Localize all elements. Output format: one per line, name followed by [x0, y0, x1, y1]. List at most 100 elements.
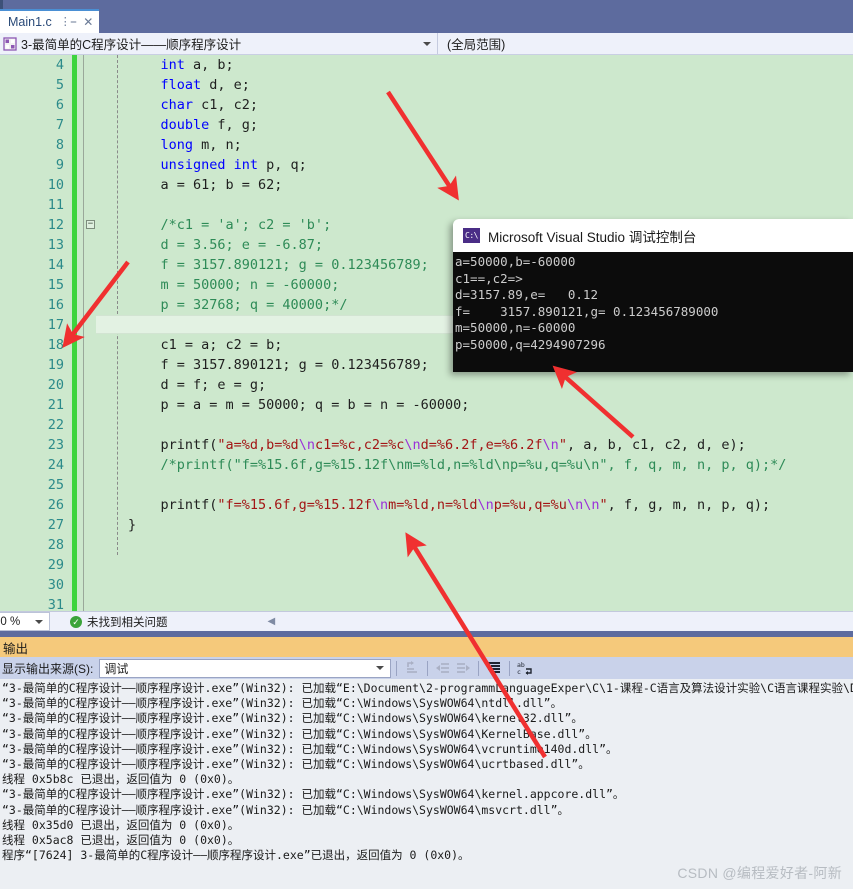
output-panel-title: 输出	[3, 641, 29, 656]
code-line[interactable]: 20 d = f; e = g;	[0, 375, 853, 395]
code-line[interactable]: 5 float d, e;	[0, 75, 853, 95]
line-code-text: printf("a=%d,b=%d\nc1=%c,c2=%c\nd=%6.2f,…	[128, 437, 746, 453]
toolbar-separator	[509, 660, 511, 676]
code-line[interactable]: 23 printf("a=%d,b=%d\nc1=%c,c2=%c\nd=%6.…	[0, 435, 853, 455]
line-code-text: /*c1 = 'a'; c2 = 'b';	[128, 217, 332, 233]
output-source-value: 调试	[104, 661, 129, 676]
line-number: 17	[47, 317, 64, 333]
line-code-text: m = 50000; n = -60000;	[128, 277, 340, 293]
output-panel-toolbar: 显示输出来源(S): 调试 ab c	[0, 657, 853, 679]
fold-collapse-icon[interactable]: −	[86, 220, 95, 229]
code-line[interactable]: 7 double f, g;	[0, 115, 853, 135]
go-to-previous-icon[interactable]	[433, 659, 453, 678]
code-line[interactable]: 26 printf("f=%15.6f,g=%15.12f\nm=%ld,n=%…	[0, 495, 853, 515]
code-line[interactable]: 28	[0, 535, 853, 555]
zoom-level-dropdown[interactable]: 00 %	[0, 612, 50, 631]
code-line[interactable]: 30	[0, 575, 853, 595]
code-line[interactable]: 27}	[0, 515, 853, 535]
output-panel-body[interactable]: “3-最简单的C程序设计――顺序程序设计.exe”(Win32): 已加载“E:…	[0, 679, 853, 889]
code-line[interactable]: 4 int a, b;	[0, 55, 853, 75]
code-line[interactable]: 25	[0, 475, 853, 495]
toolbar-separator	[396, 660, 398, 676]
code-line[interactable]: 11	[0, 195, 853, 215]
code-line[interactable]: 21 p = a = m = 50000; q = b = n = -60000…	[0, 395, 853, 415]
issue-status-label: 未找到相关问题	[87, 616, 168, 629]
line-number: 27	[47, 517, 64, 533]
output-line: 程序“[7624] 3-最简单的C程序设计――顺序程序设计.exe”已退出，返回…	[2, 848, 470, 863]
line-code-text: a = 61; b = 62;	[128, 177, 283, 193]
line-code-text: char c1, c2;	[128, 97, 259, 113]
output-line: “3-最简单的C程序设计――顺序程序设计.exe”(Win32): 已加载“C:…	[2, 711, 583, 726]
output-panel-header: 输出	[0, 637, 853, 657]
debug-console-window[interactable]: C:\ Microsoft Visual Studio 调试控制台 a=5000…	[453, 219, 853, 372]
output-line: “3-最简单的C程序设计――顺序程序设计.exe”(Win32): 已加载“C:…	[2, 757, 590, 772]
output-source-label: 显示输出来源(S):	[2, 661, 94, 676]
line-code-text: p = 32768; q = 40000;*/	[128, 297, 348, 313]
chevron-down-icon[interactable]	[376, 666, 385, 670]
chevron-down-icon[interactable]	[423, 41, 431, 46]
go-to-next-icon[interactable]	[453, 659, 473, 678]
navbar-scope-dropdown[interactable]: 3-最简单的C程序设计——顺序程序设计	[0, 33, 438, 54]
code-line[interactable]: 22	[0, 415, 853, 435]
line-number: 22	[47, 417, 64, 433]
line-number: 4	[55, 57, 64, 73]
line-number: 15	[47, 277, 64, 293]
line-code-text: c1 = a; c2 = b;	[128, 337, 283, 353]
triangle-left-icon[interactable]: ◀	[268, 616, 276, 627]
check-circle-icon: ✓	[70, 615, 82, 628]
line-code-text: /*printf("f=%15.6f,g=%15.12f\nm=%ld,n=%l…	[128, 457, 787, 473]
console-output-line: p=50000,q=4294907296	[455, 336, 606, 352]
csdn-watermark: CSDN @编程爱好者-阿新	[677, 865, 842, 881]
code-line[interactable]: 31	[0, 595, 853, 611]
line-code-text: long m, n;	[128, 137, 242, 153]
line-number: 11	[47, 197, 64, 213]
output-source-dropdown[interactable]: 调试	[99, 658, 392, 678]
line-code-text: float d, e;	[128, 77, 250, 93]
close-icon[interactable]: ✕	[83, 16, 93, 28]
line-code-text: int a, b;	[128, 57, 234, 73]
code-line[interactable]: 24 /*printf("f=%15.6f,g=%15.12f\nm=%ld,n…	[0, 455, 853, 475]
line-number: 25	[47, 477, 64, 493]
code-line[interactable]: 8 long m, n;	[0, 135, 853, 155]
output-line: “3-最简单的C程序设计――顺序程序设计.exe”(Win32): 已加载“E:…	[2, 681, 853, 695]
chevron-down-icon[interactable]	[35, 619, 43, 624]
line-code-text: d = 3.56; e = -6.87;	[128, 237, 324, 253]
code-line[interactable]: 6 char c1, c2;	[0, 95, 853, 115]
clear-all-icon[interactable]	[484, 659, 504, 678]
line-number: 7	[55, 117, 64, 133]
pin-icon[interactable]: ⋮⎯	[60, 16, 77, 28]
line-code-text: p = a = m = 50000; q = b = n = -60000;	[128, 397, 470, 413]
line-number: 6	[55, 97, 64, 113]
output-line: “3-最简单的C程序设计――顺序程序设计.exe”(Win32): 已加载“C:…	[2, 726, 597, 741]
line-number: 18	[47, 337, 64, 353]
line-code-text: f = 3157.890121; g = 0.123456789;	[128, 257, 429, 273]
line-number: 26	[47, 497, 64, 513]
svg-text:c: c	[517, 668, 521, 676]
c-file-icon	[3, 36, 17, 51]
navbar-member-dropdown[interactable]: (全局范围)	[438, 33, 853, 54]
output-line: “3-最简单的C程序设计――顺序程序设计.exe”(Win32): 已加载“C:…	[2, 802, 570, 817]
console-output-line: m=50000,n=-60000	[455, 320, 576, 335]
line-code-text: f = 3157.890121; g = 0.123456789;	[128, 357, 429, 373]
issue-status-indicator[interactable]: ✓ 未找到相关问题	[70, 614, 168, 630]
document-tab-label: Main1.c	[8, 15, 52, 29]
line-number: 16	[47, 297, 64, 313]
console-output-line: d=3157.89,e= 0.12	[455, 287, 598, 302]
navigation-bar: 3-最简单的C程序设计——顺序程序设计 (全局范围)	[0, 33, 853, 55]
line-number: 23	[47, 437, 64, 453]
code-line[interactable]: 29	[0, 555, 853, 575]
line-code-text: unsigned int p, q;	[128, 157, 307, 173]
code-line[interactable]: 10 a = 61; b = 62;	[0, 175, 853, 195]
find-message-icon[interactable]	[402, 659, 422, 678]
console-titlebar[interactable]: C:\ Microsoft Visual Studio 调试控制台	[453, 219, 853, 252]
output-line: 线程 0x35d0 已退出，返回值为 0 (0x0)。	[2, 817, 240, 832]
toggle-word-wrap-icon[interactable]: ab c	[515, 659, 535, 678]
code-line[interactable]: 9 unsigned int p, q;	[0, 155, 853, 175]
document-tab-main1-c[interactable]: Main1.c ⋮⎯ ✕	[0, 9, 100, 33]
toolbar-separator	[478, 660, 480, 676]
output-line: “3-最简单的C程序设计――顺序程序设计.exe”(Win32): 已加载“C:…	[2, 696, 563, 711]
line-number: 20	[47, 377, 64, 393]
output-line: 线程 0x5b8c 已退出，返回值为 0 (0x0)。	[2, 772, 240, 787]
line-number: 31	[47, 597, 64, 611]
line-number: 14	[47, 257, 64, 273]
